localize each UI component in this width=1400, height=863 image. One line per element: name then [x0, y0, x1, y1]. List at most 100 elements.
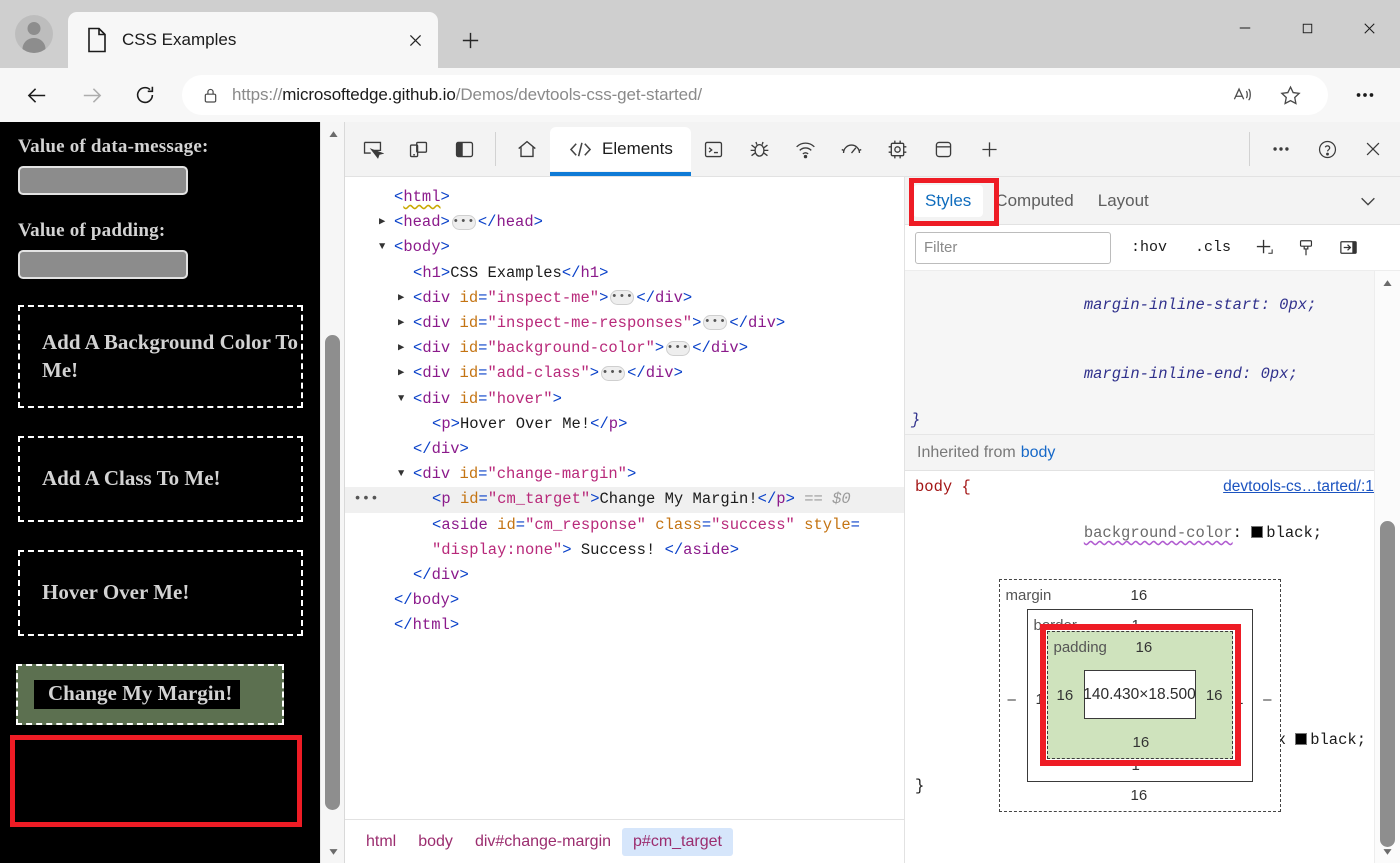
maximize-button[interactable]: [1276, 0, 1338, 56]
dom-node[interactable]: <h1>CSS Examples</h1>: [345, 261, 904, 286]
dom-node[interactable]: ▼ <div id="change-margin">: [345, 462, 904, 487]
back-arrow-icon[interactable]: [10, 73, 64, 117]
css-decl[interactable]: margin-inline-start: 0px;: [905, 271, 1400, 340]
device-emulation-icon[interactable]: [395, 127, 441, 171]
dom-node[interactable]: <html>: [345, 185, 904, 210]
network-icon[interactable]: [783, 127, 829, 171]
dom-node[interactable]: ▼ <body>: [345, 235, 904, 260]
plus-icon[interactable]: [967, 127, 1013, 171]
chevron-right-icon[interactable]: ▶: [398, 361, 413, 386]
prop-value[interactable]: 0px: [1279, 296, 1307, 314]
dom-node[interactable]: </div>: [345, 563, 904, 588]
padding-top-value[interactable]: 16: [1136, 636, 1153, 659]
star-icon[interactable]: [1266, 76, 1314, 114]
dom-node[interactable]: </html>: [345, 613, 904, 638]
styles-scrollbar[interactable]: [1374, 271, 1400, 863]
dom-gutter[interactable]: •••: [353, 487, 379, 512]
scroll-up-icon[interactable]: [1375, 271, 1399, 295]
margin-top-value[interactable]: 16: [1131, 584, 1148, 607]
dom-node[interactable]: ▼ <div id="hover">: [345, 387, 904, 412]
dom-node[interactable]: <p>Hover Over Me!</p>: [345, 412, 904, 437]
inherited-element[interactable]: body: [1021, 444, 1056, 461]
scroll-up-icon[interactable]: [321, 122, 344, 146]
read-aloud-icon[interactable]: [1218, 76, 1266, 114]
new-tab-button[interactable]: [448, 18, 492, 62]
tab-layout[interactable]: Layout: [1086, 185, 1161, 217]
reload-icon[interactable]: [118, 73, 172, 117]
chevron-right-icon[interactable]: ▶: [398, 311, 413, 336]
css-rule-partial[interactable]: margin-inline-start: 0px; margin-inline-…: [905, 271, 1400, 435]
tab-computed[interactable]: Computed: [983, 185, 1085, 217]
tab-styles[interactable]: Styles: [913, 184, 984, 217]
cls-button[interactable]: .cls: [1187, 235, 1239, 260]
home-icon[interactable]: [504, 127, 550, 171]
console-icon[interactable]: [691, 127, 737, 171]
lock-icon[interactable]: [188, 78, 232, 112]
memory-chip-icon[interactable]: [875, 127, 921, 171]
padding-input[interactable]: [18, 250, 188, 279]
margin-left-value[interactable]: –: [1008, 688, 1016, 711]
dom-node[interactable]: <aside id="cm_response" class="success" …: [345, 513, 904, 538]
styles-filter-input[interactable]: [915, 231, 1111, 264]
dom-node[interactable]: ▶ <div id="inspect-me-responses"> ••• </div…: [345, 311, 904, 336]
chevron-right-icon[interactable]: ▶: [398, 336, 413, 361]
scrollbar-thumb[interactable]: [325, 335, 340, 810]
debugger-icon[interactable]: [737, 127, 783, 171]
prop-value[interactable]: 0px: [1261, 365, 1289, 383]
dom-node[interactable]: "display:none"> Success! </aside>: [345, 538, 904, 563]
border-right-value[interactable]: 1: [1235, 688, 1243, 711]
demo-box-add-class[interactable]: Add A Class To Me!: [18, 436, 303, 523]
demo-box-hover[interactable]: Hover Over Me!: [18, 550, 303, 636]
dom-node[interactable]: ▶ <div id="background-color"> ••• </div>: [345, 336, 904, 361]
dom-node[interactable]: ▶ <div id="inspect-me"> ••• </div>: [345, 286, 904, 311]
address-bar[interactable]: https://microsoftedge.github.io/Demos/de…: [182, 75, 1328, 115]
performance-icon[interactable]: [829, 127, 875, 171]
scroll-down-icon[interactable]: [321, 839, 344, 863]
browser-tab[interactable]: CSS Examples: [68, 12, 438, 68]
css-decl[interactable]: background-color: black;: [905, 499, 1400, 568]
hov-button[interactable]: :hov: [1123, 235, 1175, 260]
dom-node-selected[interactable]: ••• <p id="cm_target">Change My Margin!</…: [345, 487, 904, 513]
padding-left-value[interactable]: 16: [1057, 684, 1074, 707]
scrollbar-thumb[interactable]: [1380, 521, 1395, 847]
close-button[interactable]: [1338, 0, 1400, 56]
chevron-right-icon[interactable]: ▶: [379, 210, 394, 235]
cm-target-text[interactable]: Change My Margin!: [34, 679, 241, 709]
padding-right-value[interactable]: 16: [1206, 684, 1223, 707]
tab-elements[interactable]: Elements: [550, 127, 691, 176]
chevron-down-icon[interactable]: [1344, 191, 1392, 211]
close-icon[interactable]: [1350, 127, 1396, 171]
breadcrumb-item[interactable]: div#change-margin: [464, 828, 622, 856]
breadcrumb-item[interactable]: body: [407, 828, 464, 856]
border-left-value[interactable]: 1: [1036, 688, 1044, 711]
scroll-down-icon[interactable]: [1375, 839, 1399, 863]
ellipsis-icon[interactable]: [1340, 73, 1390, 117]
demo-box-change-margin[interactable]: Change My Margin!: [16, 663, 284, 725]
profile-button[interactable]: [0, 0, 68, 68]
styles-content[interactable]: margin-inline-start: 0px; margin-inline-…: [905, 271, 1400, 863]
margin-bottom-value[interactable]: 16: [1131, 784, 1148, 807]
prop-value[interactable]: black: [1266, 524, 1313, 542]
chevron-right-icon[interactable]: ▶: [398, 286, 413, 311]
dom-tree[interactable]: <html> ▶ <head> ••• </head> ▼ <body> <h1>CSS Ex…: [345, 177, 904, 819]
dom-node[interactable]: </body>: [345, 588, 904, 613]
demo-box-background-color[interactable]: Add A Background Color To Me!: [18, 305, 303, 409]
plus-icon[interactable]: [1247, 233, 1281, 263]
question-mark-icon[interactable]: [1304, 127, 1350, 171]
data-message-input[interactable]: [18, 166, 188, 195]
dock-panel-icon[interactable]: [441, 127, 487, 171]
chevron-down-icon[interactable]: ▼: [398, 387, 413, 412]
box-model-content[interactable]: 140.430×18.500: [1083, 670, 1196, 719]
css-decl[interactable]: margin-inline-end: 0px;: [905, 340, 1400, 409]
minimize-button[interactable]: [1214, 0, 1276, 56]
breadcrumb-item[interactable]: html: [355, 828, 407, 856]
css-selector[interactable]: body {: [915, 476, 971, 499]
dom-node[interactable]: ▶ <head> ••• </head>: [345, 210, 904, 235]
inspect-element-icon[interactable]: [349, 127, 395, 171]
close-icon[interactable]: [398, 23, 432, 57]
box-model-diagram[interactable]: margin 16 16 – – border 1 1 1 1 padding …: [998, 579, 1281, 812]
dom-node[interactable]: ▶ <div id="add-class"> ••• </div>: [345, 361, 904, 386]
chevron-down-icon[interactable]: ▼: [398, 462, 413, 487]
margin-right-value[interactable]: –: [1263, 688, 1271, 711]
ellipsis-icon[interactable]: [1258, 127, 1304, 171]
